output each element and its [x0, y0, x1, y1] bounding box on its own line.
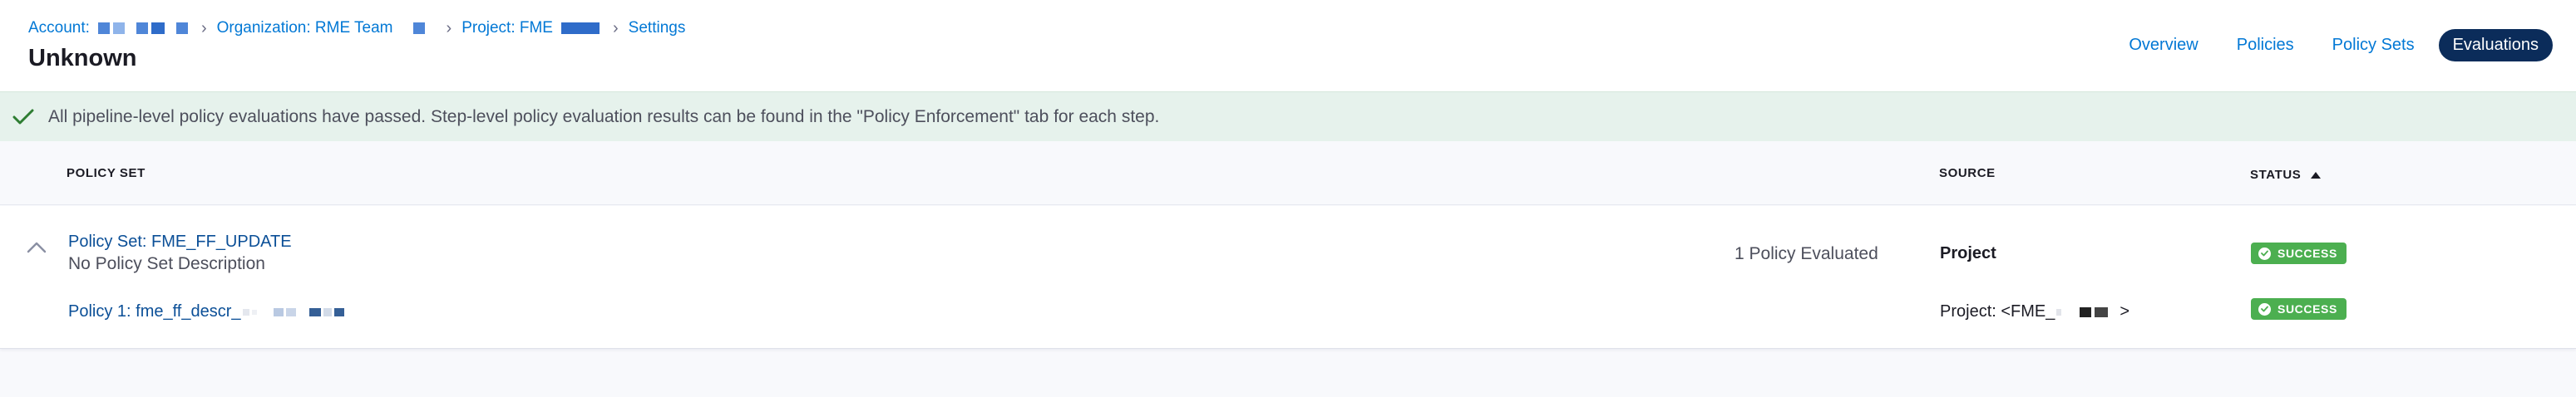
redaction-block: [97, 22, 110, 34]
chevron-right-icon: ›: [446, 19, 452, 37]
policy-set-source: Project: [1940, 244, 1996, 262]
status-badge: SUCCESS: [2251, 298, 2347, 320]
redaction-block: [242, 308, 249, 316]
redaction-block: [251, 309, 257, 315]
tab-overview[interactable]: Overview: [2115, 29, 2212, 61]
redaction-block: [2080, 306, 2092, 317]
redaction-block: [308, 307, 321, 316]
policy-set-row: Policy Set: FME_FF_UPDATE No Policy Set …: [0, 206, 2576, 349]
breadcrumb-organization-label: Organization: RME Team: [216, 19, 393, 37]
column-header-source: SOURCE: [1939, 166, 1996, 180]
policy-set-description: No Policy Set Description: [68, 254, 265, 273]
tab-policy-sets[interactable]: Policy Sets: [2318, 29, 2429, 61]
redaction-block: [412, 22, 425, 34]
redaction-block: [561, 22, 600, 34]
evaluations-table: POLICY SET SOURCE STATUS Policy Set: FME…: [0, 141, 2576, 397]
redaction-block: [175, 22, 188, 34]
redacted-account-name: [97, 22, 188, 34]
tab-bar: Overview Policies Policy Sets Evaluation…: [2115, 29, 2553, 61]
redaction-block: [2056, 308, 2062, 316]
redaction-block: [151, 22, 165, 34]
policy-name-label: Policy 1: fme_ff_descr_: [68, 302, 241, 321]
breadcrumb-project-label: Project: FME: [461, 19, 553, 37]
breadcrumb-settings[interactable]: Settings: [629, 19, 686, 37]
policy-source: Project: <FME_ >: [1940, 302, 2129, 321]
page-header: Account: › Organization: RME Team › Proj…: [0, 0, 2576, 91]
breadcrumb-project[interactable]: Project: FME: [461, 19, 600, 37]
status-badge-label: SUCCESS: [2277, 247, 2337, 260]
redaction-block: [112, 22, 125, 34]
breadcrumb-account-label: Account:: [28, 19, 90, 37]
status-badge: SUCCESS: [2251, 243, 2347, 264]
check-circle-icon: [2258, 302, 2271, 316]
chevron-up-icon[interactable]: [25, 239, 48, 256]
page-title: Unknown: [28, 45, 137, 71]
column-header-status-label: STATUS: [2250, 168, 2302, 182]
chevron-right-icon: ›: [200, 19, 207, 37]
status-badge-label: SUCCESS: [2277, 302, 2337, 316]
breadcrumb: Account: › Organization: RME Team › Proj…: [28, 19, 685, 37]
redaction-block: [2095, 306, 2109, 317]
redacted-source-name: [2056, 306, 2109, 317]
policy-source-suffix: >: [2120, 302, 2130, 321]
redaction-block: [285, 307, 296, 316]
redaction-block: [136, 22, 148, 34]
redaction-block: [273, 307, 284, 316]
policy-source-prefix: Project: <FME_: [1940, 302, 2055, 321]
tab-evaluations[interactable]: Evaluations: [2438, 29, 2553, 61]
policy-name-link[interactable]: Policy 1: fme_ff_descr_: [68, 302, 344, 321]
tab-policies[interactable]: Policies: [2223, 29, 2308, 61]
policy-set-name-link[interactable]: Policy Set: FME_FF_UPDATE: [68, 233, 292, 252]
table-header: POLICY SET SOURCE STATUS: [0, 141, 2576, 205]
sort-ascending-icon: [2311, 171, 2322, 179]
column-header-status[interactable]: STATUS: [2250, 168, 2322, 182]
breadcrumb-organization[interactable]: Organization: RME Team: [217, 19, 425, 37]
policies-evaluated-count: 1 Policy Evaluated: [1735, 244, 1878, 263]
column-header-policy-set: POLICY SET: [67, 166, 146, 180]
redaction-block: [333, 307, 344, 316]
banner-message: All pipeline-level policy evaluations ha…: [48, 106, 1160, 126]
check-circle-icon: [2258, 247, 2271, 260]
checkmark-icon: [12, 105, 35, 129]
chevron-right-icon: ›: [613, 19, 619, 37]
breadcrumb-account[interactable]: Account:: [28, 19, 188, 37]
evaluation-status-banner: All pipeline-level policy evaluations ha…: [0, 91, 2576, 141]
redacted-policy-name: [242, 307, 344, 316]
redaction-block: [323, 307, 332, 316]
